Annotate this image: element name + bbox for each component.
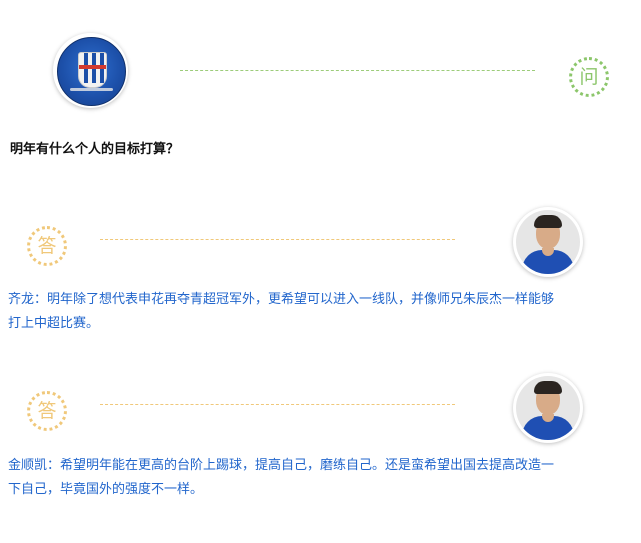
answer-line: 打上中超比赛。 [8, 316, 100, 331]
player-avatar [513, 207, 583, 277]
club-logo [53, 33, 128, 108]
answer-badge-icon: 答 [27, 226, 67, 266]
answer-text: 齐龙：明年除了想代表申花再夺青超冠军外，更希望可以进入一线队，并像师兄朱辰杰一样… [8, 288, 633, 336]
answer-line: 下自己，毕竟国外的强度不一样。 [8, 482, 204, 497]
question-text: 明年有什么个人的目标打算？ [10, 142, 180, 157]
player-photo [516, 210, 580, 274]
answer-line: 齐龙：明年除了想代表申花再夺青超冠军外，更希望可以进入一线队，并像师兄朱辰杰一样… [8, 292, 555, 307]
question-badge-label: 问 [579, 65, 599, 88]
club-logo-shield [78, 52, 107, 88]
player-hair [534, 215, 562, 228]
club-logo-emblem [57, 37, 126, 106]
answer-divider [100, 404, 455, 405]
answer-badge-icon: 答 [27, 391, 67, 431]
answer-text: 金顺凯：希望明年能在更高的台阶上踢球，提高自己，磨练自己。还是蛮希望出国去提高改… [8, 454, 633, 502]
player-avatar [513, 373, 583, 443]
answer-badge-label: 答 [37, 399, 57, 422]
question-badge-icon: 问 [569, 57, 609, 97]
question-divider [180, 70, 535, 71]
answer-badge-label: 答 [37, 234, 57, 257]
logo-red-bar [79, 65, 106, 69]
logo-text-band [70, 88, 113, 91]
answer-divider [100, 239, 455, 240]
player-hair [534, 381, 562, 394]
player-photo [516, 376, 580, 440]
answer-line: 金顺凯：希望明年能在更高的台阶上踢球，提高自己，磨练自己。还是蛮希望出国去提高改… [8, 458, 555, 473]
